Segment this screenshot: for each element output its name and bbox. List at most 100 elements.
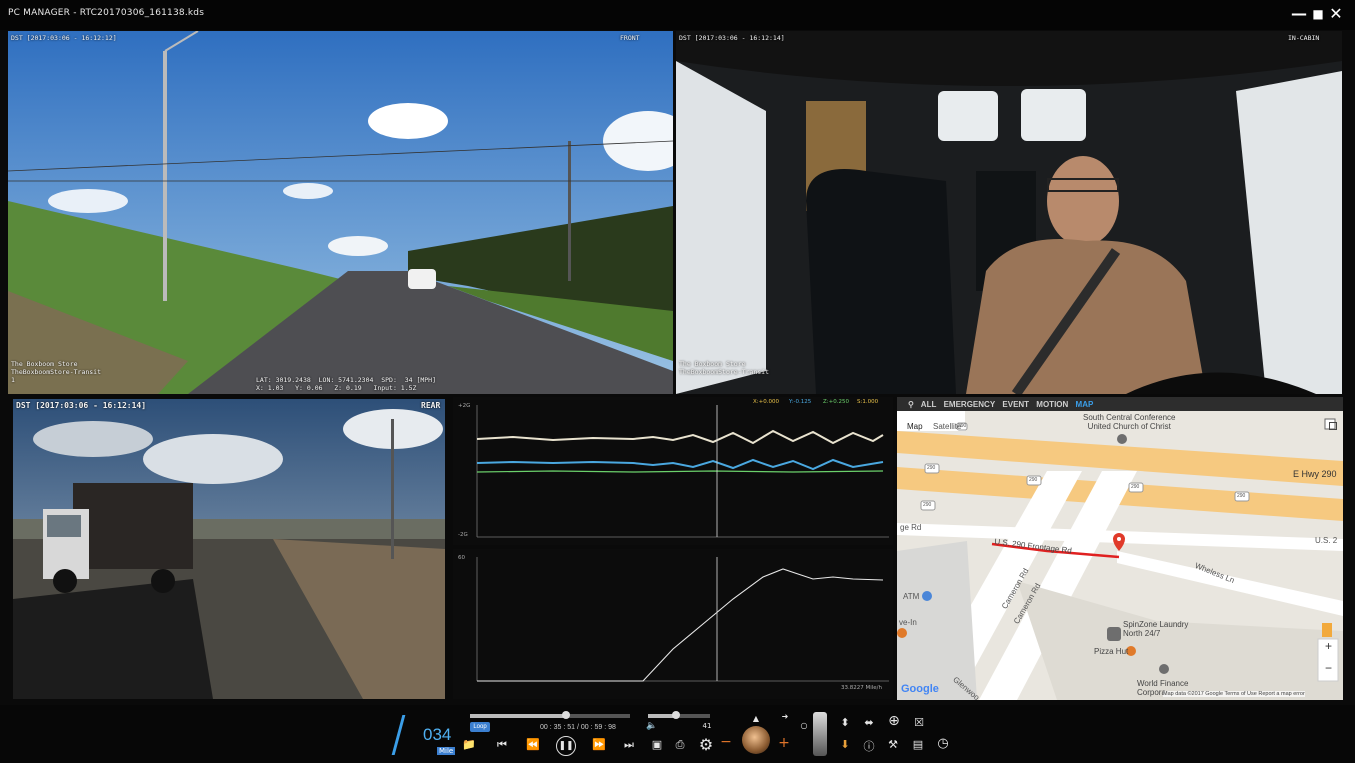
accel-bottom-label: -2G bbox=[458, 532, 468, 538]
accel-top-label: +2G bbox=[458, 403, 471, 409]
accel-trace-blue bbox=[476, 458, 884, 471]
progress-fill bbox=[470, 714, 566, 718]
search-icon[interactable]: ⚲ bbox=[908, 400, 914, 409]
rear-camera-image bbox=[13, 399, 445, 699]
settings-gear-icon[interactable]: ⚙ bbox=[696, 735, 716, 754]
speed-graph[interactable]: 60 33.8227 Mile/h bbox=[453, 549, 893, 699]
rear-timestamp: DST [2017:03:06 - 16:12:14] bbox=[16, 401, 147, 410]
info-icon[interactable]: ⓘ bbox=[862, 738, 876, 754]
split-vertical-icon[interactable]: ⬍ bbox=[838, 716, 852, 729]
slider-min-icon: ○ bbox=[800, 721, 808, 730]
accel-trace-white bbox=[476, 429, 884, 445]
map-zoom-in-button[interactable]: + bbox=[1325, 639, 1332, 653]
google-logo: Google bbox=[901, 683, 939, 695]
accelerometer-graph[interactable]: +2G -2G X:+0.000 Y:-0.125 Z:+0.250 S:1.0… bbox=[453, 397, 893, 545]
speed-value-label: 33.8227 Mile/h bbox=[841, 685, 883, 691]
shield-290-2: 290 bbox=[927, 465, 936, 471]
tab-emergency[interactable]: EMERGENCY bbox=[944, 400, 996, 409]
tools-icon[interactable]: ⚒ bbox=[886, 738, 900, 751]
speed-top-label: 60 bbox=[458, 555, 465, 561]
minus-glyph: − bbox=[720, 734, 732, 750]
accel-legend-y: Y:-0.125 bbox=[789, 399, 812, 405]
vertical-zoom-slider[interactable] bbox=[813, 712, 827, 756]
plus-glyph: + bbox=[778, 735, 790, 751]
skip-end-icon[interactable]: ⏭ bbox=[622, 738, 636, 752]
accel-legend-z: Z:+0.250 bbox=[823, 399, 849, 405]
shield-290-5: 290 bbox=[1237, 493, 1246, 499]
snapshot-icon[interactable]: ▣ bbox=[650, 738, 664, 751]
event-filter-menu: ⚲ ALL EMERGENCY EVENT MOTION MAP bbox=[908, 400, 1098, 409]
print-icon[interactable]: ⎙ bbox=[673, 738, 687, 752]
zoom-in-icon[interactable]: ⊕ bbox=[886, 713, 902, 729]
cabin-camera-image bbox=[676, 31, 1342, 394]
speed-unit: Mile bbox=[437, 747, 456, 755]
map-zoom-out-button[interactable]: − bbox=[1325, 661, 1332, 675]
loop-button[interactable]: Loop bbox=[470, 722, 490, 732]
volume-knob[interactable] bbox=[671, 711, 680, 719]
cabin-label: IN-CABIN bbox=[1288, 34, 1320, 42]
download-icon[interactable]: ⬇ bbox=[838, 738, 852, 751]
progress-knob[interactable] bbox=[562, 711, 570, 719]
volume-icon[interactable]: 🔈 bbox=[646, 721, 657, 731]
tab-map[interactable]: MAP bbox=[1076, 400, 1094, 409]
title-bar: PC MANAGER - RTC20170306_161138.kds — ■ … bbox=[0, 0, 1355, 30]
speedometer-icon[interactable]: ◷ bbox=[934, 736, 952, 751]
accel-legend-x: X:+0.000 bbox=[753, 399, 779, 405]
fast-forward-icon[interactable]: ⏩ bbox=[592, 738, 606, 751]
tab-motion[interactable]: MOTION bbox=[1036, 400, 1068, 409]
rear-camera-view[interactable]: DST [2017:03:06 - 16:12:14] REAR bbox=[13, 399, 445, 699]
window-title: PC MANAGER - RTC20170306_161138.kds bbox=[8, 8, 205, 18]
cabin-camera-view[interactable]: DST [2017:03:06 - 16:12:14] IN-CABIN The… bbox=[676, 31, 1342, 394]
split-horizontal-icon[interactable]: ⬌ bbox=[862, 716, 876, 729]
place-us: U.S. 2 bbox=[1315, 536, 1338, 545]
maximize-button[interactable]: ■ bbox=[1309, 4, 1327, 24]
brightness-knob[interactable] bbox=[742, 726, 770, 754]
tab-all[interactable]: ALL bbox=[921, 400, 937, 409]
rewind-icon[interactable]: ⏪ bbox=[526, 738, 540, 751]
knob-pointer-icon: ▲ bbox=[752, 714, 760, 723]
rear-label: REAR bbox=[421, 401, 441, 410]
volume-slider[interactable] bbox=[648, 711, 710, 719]
brightness-minus-icon[interactable]: − bbox=[720, 734, 732, 750]
pegman-icon[interactable] bbox=[1322, 624, 1332, 638]
front-label: FRONT bbox=[620, 34, 640, 42]
front-gps-text: LAT: 3019.2438 LON: 5741.2304 SPD: 34 [M… bbox=[256, 376, 437, 392]
arrow-icon[interactable]: ➜ bbox=[780, 712, 790, 721]
shield-290-4: 290 bbox=[1131, 484, 1140, 490]
accel-trace-green bbox=[476, 470, 884, 473]
progress-slider[interactable] bbox=[470, 711, 630, 719]
fullscreen-icon[interactable] bbox=[1329, 422, 1337, 430]
front-store-text: The Boxboom Store TheBoxboomStore-Transi… bbox=[11, 360, 102, 384]
volume-value: 41 bbox=[702, 722, 712, 730]
map-view[interactable]: Map Satellite South Central Conference U… bbox=[897, 411, 1343, 700]
time-display: 00 : 35 : 51 / 00 : 59 : 98 bbox=[540, 724, 616, 731]
open-folder-icon[interactable]: 📁 bbox=[460, 738, 478, 751]
place-hwy: E Hwy 290 bbox=[1293, 469, 1337, 479]
shield-290-3: 290 bbox=[1029, 477, 1038, 483]
skip-start-icon[interactable]: ⏮ bbox=[495, 738, 509, 752]
cabin-timestamp: DST [2017:03:06 - 16:12:14] bbox=[679, 34, 785, 42]
map-type-map[interactable]: Map bbox=[907, 422, 923, 431]
front-timestamp: DST [2017:03:06 - 16:12:12] bbox=[11, 34, 117, 42]
minimize-button[interactable]: — bbox=[1290, 4, 1308, 24]
speed-trace bbox=[477, 568, 884, 682]
cabin-store-text: The Boxboom Store TheBoxboomStore-Transi… bbox=[679, 360, 770, 376]
place-spinzone: SpinZone Laundry North 24/7 bbox=[1123, 620, 1189, 638]
export-icon[interactable]: ▤ bbox=[910, 738, 926, 751]
place-pizza: Pizza Hut bbox=[1094, 647, 1129, 656]
tab-event[interactable]: EVENT bbox=[1002, 400, 1029, 409]
shield-290-6: 290 bbox=[923, 502, 932, 508]
accel-legend-s: S:1.000 bbox=[857, 399, 879, 405]
pause-button[interactable]: ❚❚ bbox=[556, 736, 576, 756]
map-footer: Map data ©2017 Google Terms of Use Repor… bbox=[1163, 691, 1305, 697]
brightness-plus-icon[interactable]: + bbox=[778, 735, 790, 751]
map-canvas bbox=[897, 411, 1343, 700]
place-ve-in: ve-In bbox=[899, 618, 917, 627]
place-church: South Central Conference United Church o… bbox=[1083, 413, 1176, 431]
close-grid-icon[interactable]: ☒ bbox=[912, 716, 926, 729]
front-camera-view[interactable]: DST [2017:03:06 - 16:12:12] FRONT The Bo… bbox=[8, 31, 673, 394]
close-button[interactable]: ✕ bbox=[1327, 4, 1345, 24]
accelerometer-plot bbox=[476, 405, 889, 538]
speedometer: 034 Mile bbox=[391, 715, 460, 755]
loop-label: Loop bbox=[473, 724, 487, 730]
